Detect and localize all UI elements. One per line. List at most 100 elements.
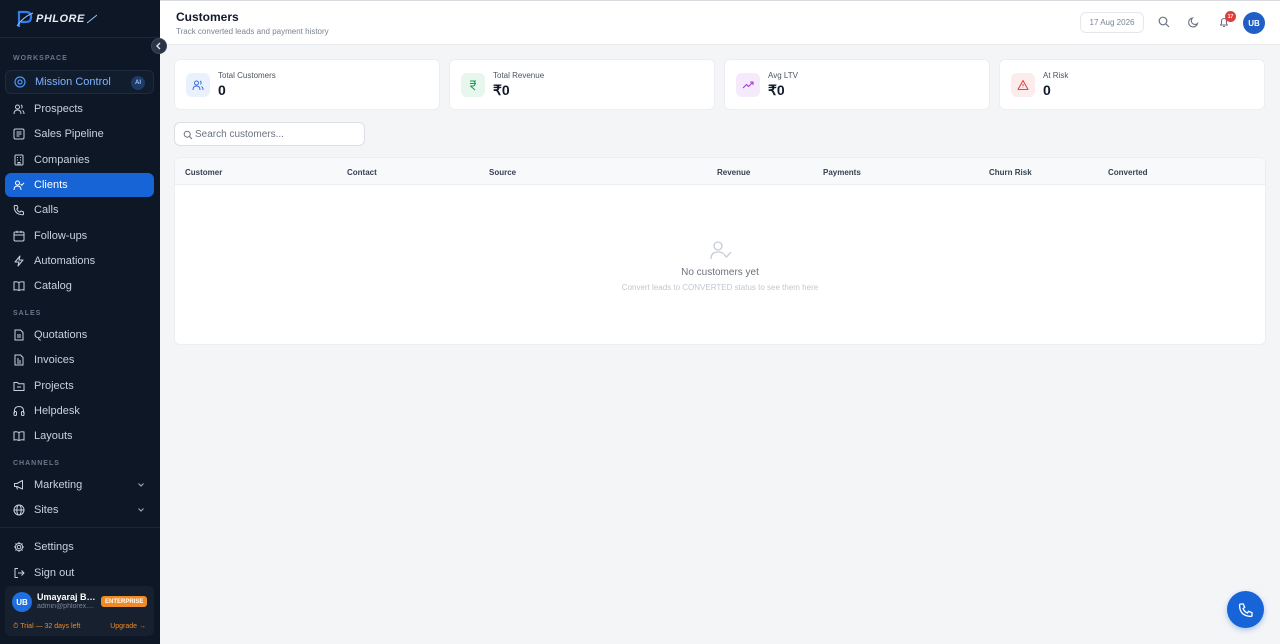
sidebar-item-label: Clients xyxy=(34,179,68,191)
chevron-down-icon xyxy=(138,483,144,487)
sidebar-item-label: Sales Pipeline xyxy=(34,128,104,140)
search-icon xyxy=(183,130,193,140)
page-title: Customers xyxy=(176,10,239,24)
stat-label: Avg LTV xyxy=(768,71,798,80)
notification-count-badge: 17 xyxy=(1225,11,1236,22)
profile-avatar[interactable]: UB xyxy=(1243,12,1265,34)
sidebar-item-label: Invoices xyxy=(34,354,75,366)
stat-label: Total Revenue xyxy=(493,71,545,80)
page-header: Customers Track converted leads and paym… xyxy=(160,0,1280,45)
sidebar-item-layouts[interactable]: Layouts xyxy=(5,424,154,448)
column-header-payments[interactable]: Payments xyxy=(823,168,861,177)
stat-card-at-risk: At Risk 0 xyxy=(999,59,1265,110)
user-email: admin@phlorex.... xyxy=(37,603,94,610)
sidebar-item-helpdesk[interactable]: Helpdesk xyxy=(5,399,154,423)
stat-card-total-revenue: Total Revenue ₹0 xyxy=(449,59,715,110)
sidebar-divider xyxy=(0,527,160,528)
stat-value: ₹0 xyxy=(768,82,785,98)
section-label-workspace: WORKSPACE xyxy=(13,55,68,62)
sidebar-item-settings[interactable]: Settings xyxy=(5,535,154,559)
call-fab-button[interactable] xyxy=(1227,591,1264,628)
user-card[interactable]: UB Umayaraj Bal... admin@phlorex.... ENT… xyxy=(5,586,154,636)
stat-card-total-customers: Total Customers 0 xyxy=(174,59,440,110)
sidebar-item-sales-pipeline[interactable]: Sales Pipeline xyxy=(5,122,154,146)
sidebar-divider xyxy=(0,37,160,38)
sidebar-item-mission-control[interactable]: Mission Control AI xyxy=(5,70,154,94)
sidebar-item-quotations[interactable]: Quotations xyxy=(5,323,154,347)
ai-badge: AI xyxy=(131,76,145,90)
sidebar-item-projects[interactable]: Projects xyxy=(5,374,154,398)
user-avatar: UB xyxy=(12,592,32,612)
sidebar-item-catalog[interactable]: Catalog xyxy=(5,274,154,298)
phone-icon xyxy=(1238,602,1253,617)
invoice-icon xyxy=(14,354,24,366)
column-header-converted[interactable]: Converted xyxy=(1108,168,1148,177)
empty-state-title: No customers yet xyxy=(681,267,759,278)
sidebar-item-follow-ups[interactable]: Follow-ups xyxy=(5,224,154,248)
sidebar-item-label: Projects xyxy=(34,380,74,392)
sidebar-item-label: Mission Control xyxy=(35,76,111,88)
sidebar-item-label: Prospects xyxy=(34,103,83,115)
globe-icon xyxy=(13,504,25,516)
sidebar-item-prospects[interactable]: Prospects xyxy=(5,97,154,121)
user-check-icon xyxy=(13,180,25,191)
stat-value: 0 xyxy=(218,82,226,98)
search-box xyxy=(174,122,365,146)
user-check-icon xyxy=(710,241,732,260)
stat-label: At Risk xyxy=(1043,71,1069,80)
chevron-left-icon xyxy=(156,42,161,50)
logo-mark-icon xyxy=(16,10,34,27)
sidebar-item-label: Helpdesk xyxy=(34,405,80,417)
stat-icon-box xyxy=(1011,73,1035,97)
column-header-contact[interactable]: Contact xyxy=(347,168,377,177)
user-name: Umayaraj Bal... xyxy=(37,592,99,602)
target-icon xyxy=(14,76,26,88)
stat-label: Total Customers xyxy=(218,71,276,80)
document-icon xyxy=(14,329,24,341)
column-header-customer[interactable]: Customer xyxy=(185,168,222,177)
book-icon xyxy=(13,281,25,292)
brand-logo[interactable]: PHLORE xyxy=(16,8,97,30)
sidebar-item-companies[interactable]: Companies xyxy=(5,148,154,172)
sidebar-item-label: Calls xyxy=(34,204,59,216)
bolt-icon xyxy=(14,255,24,267)
stat-card-avg-ltv: Avg LTV ₹0 xyxy=(724,59,990,110)
sidebar-item-sign-out[interactable]: Sign out xyxy=(5,561,154,585)
stat-icon-box xyxy=(186,73,210,97)
sidebar-item-sites[interactable]: Sites xyxy=(5,498,154,522)
customers-table: Customer Contact Source Revenue Payments… xyxy=(174,157,1266,345)
chevron-down-icon xyxy=(138,508,144,512)
building-icon xyxy=(14,154,24,166)
sidebar-item-clients[interactable]: Clients xyxy=(5,173,154,197)
sidebar-item-invoices[interactable]: Invoices xyxy=(5,348,154,372)
gear-icon xyxy=(14,542,24,552)
page-subtitle: Track converted leads and payment histor… xyxy=(176,27,329,36)
column-header-source[interactable]: Source xyxy=(489,168,516,177)
sidebar-item-label: Sites xyxy=(34,504,59,516)
date-badge: 17 Aug 2026 xyxy=(1080,12,1144,33)
alert-triangle-icon xyxy=(1017,79,1029,91)
search-input[interactable] xyxy=(195,126,360,143)
column-header-churn-risk[interactable]: Churn Risk xyxy=(989,168,1032,177)
sidebar-item-label: Sign out xyxy=(34,567,75,579)
phone-icon xyxy=(13,205,24,216)
plan-badge: ENTERPRISE xyxy=(101,596,148,607)
headset-icon xyxy=(13,405,25,416)
moon-icon[interactable] xyxy=(1188,16,1200,28)
stat-value: ₹0 xyxy=(493,82,510,98)
sidebar-item-label: Settings xyxy=(34,541,74,553)
sidebar-item-automations[interactable]: Automations xyxy=(5,249,154,273)
sidebar-item-calls[interactable]: Calls xyxy=(5,198,154,222)
pipeline-icon xyxy=(13,128,25,140)
trending-up-icon xyxy=(742,81,754,89)
column-header-revenue[interactable]: Revenue xyxy=(717,168,750,177)
sidebar-item-label: Follow-ups xyxy=(34,230,88,242)
search-icon[interactable] xyxy=(1158,16,1170,28)
upgrade-link[interactable]: Upgrade → xyxy=(110,623,146,630)
trial-status: ⏱ Trial — 32 days left xyxy=(13,623,81,630)
collapse-sidebar-button[interactable] xyxy=(151,38,167,54)
calendar-icon xyxy=(13,230,25,242)
sidebar-item-label: Layouts xyxy=(34,430,73,442)
sidebar-item-label: Companies xyxy=(34,154,90,166)
sidebar-item-marketing[interactable]: Marketing xyxy=(5,473,154,497)
